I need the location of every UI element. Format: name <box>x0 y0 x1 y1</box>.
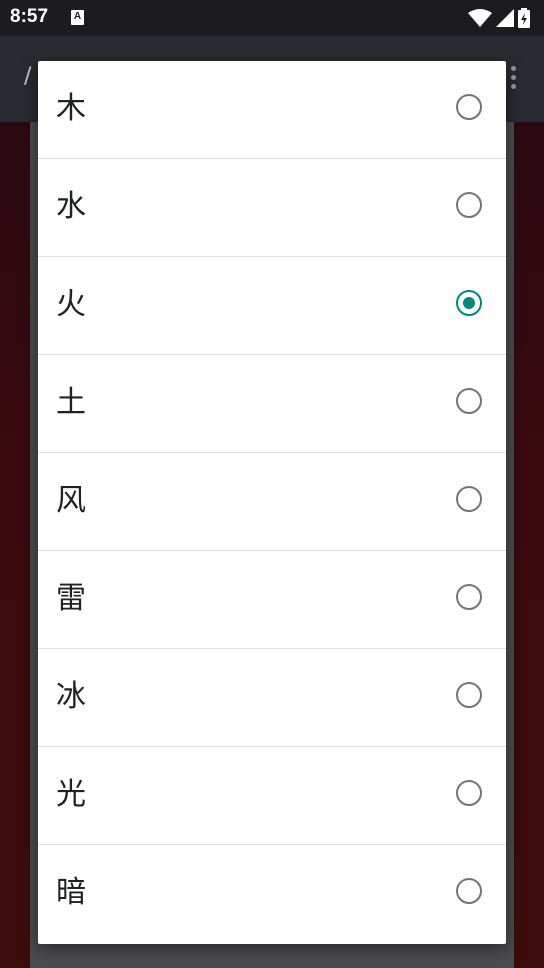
status-time: 8:57 <box>10 6 49 27</box>
option-label: 冰 <box>56 679 86 714</box>
radio-button-icon[interactable] <box>456 780 482 806</box>
option-dark[interactable]: 暗 <box>38 845 506 943</box>
option-label: 风 <box>56 483 86 518</box>
option-fire[interactable]: 火 <box>38 257 506 355</box>
overflow-menu-icon[interactable] <box>511 66 516 93</box>
wifi-icon <box>468 8 492 27</box>
option-wood[interactable]: 木 <box>38 61 506 159</box>
radio-button-icon[interactable] <box>456 682 482 708</box>
battery-icon <box>518 8 530 28</box>
status-bar: 8:57 A <box>0 0 544 36</box>
option-label: 土 <box>56 385 86 420</box>
option-thunder[interactable]: 雷 <box>38 551 506 649</box>
app-bar-title: / <box>24 64 32 89</box>
notification-a-icon: A <box>71 10 84 25</box>
option-label: 光 <box>56 777 86 812</box>
radio-button-icon[interactable] <box>456 94 482 120</box>
option-label: 暗 <box>56 875 86 910</box>
radio-button-checked-icon[interactable] <box>456 290 482 316</box>
option-ice[interactable]: 冰 <box>38 649 506 747</box>
element-choice-dialog: 木 水 火 土 风 雷 冰 光 暗 <box>38 61 506 944</box>
option-label: 水 <box>56 189 86 224</box>
option-label: 木 <box>56 91 86 126</box>
option-light[interactable]: 光 <box>38 747 506 845</box>
radio-button-icon[interactable] <box>456 192 482 218</box>
option-wind[interactable]: 风 <box>38 453 506 551</box>
radio-button-icon[interactable] <box>456 388 482 414</box>
radio-button-icon[interactable] <box>456 584 482 610</box>
radio-button-icon[interactable] <box>456 878 482 904</box>
option-earth[interactable]: 土 <box>38 355 506 453</box>
option-label: 雷 <box>56 581 86 616</box>
status-icons <box>468 8 530 28</box>
radio-button-icon[interactable] <box>456 486 482 512</box>
option-label: 火 <box>56 287 86 322</box>
option-water[interactable]: 水 <box>38 159 506 257</box>
signal-icon <box>496 9 514 27</box>
